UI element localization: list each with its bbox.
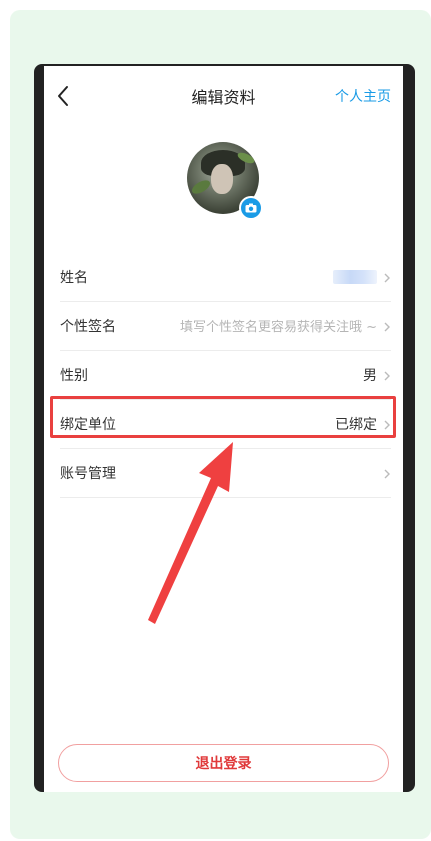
row-gender[interactable]: 性别 男 bbox=[60, 351, 391, 400]
chevron-right-icon bbox=[383, 466, 391, 480]
signature-placeholder: 填写个性签名更容易获得关注哦 ~ bbox=[179, 320, 377, 335]
name-value-redacted bbox=[333, 270, 377, 284]
profile-home-link[interactable]: 个人主页 bbox=[335, 86, 391, 106]
gender-value: 男 bbox=[363, 368, 377, 384]
logout-button[interactable]: 退出登录 bbox=[58, 744, 389, 782]
chevron-right-icon bbox=[383, 368, 391, 382]
avatar[interactable] bbox=[187, 142, 263, 220]
header: 编辑资料 个人主页 bbox=[44, 66, 403, 126]
row-signature[interactable]: 个性签名 填写个性签名更容易获得关注哦 ~ bbox=[60, 302, 391, 351]
chevron-right-icon bbox=[383, 270, 391, 284]
row-label: 账号管理 bbox=[60, 466, 116, 482]
camera-icon[interactable] bbox=[239, 196, 263, 220]
row-name[interactable]: 姓名 bbox=[60, 253, 391, 302]
chevron-right-icon bbox=[383, 319, 391, 333]
highlight-box bbox=[50, 396, 396, 438]
row-label: 姓名 bbox=[60, 270, 88, 286]
profile-settings-list: 姓名 个性签名 填写个性签名更容易获得关注哦 ~ 性别 男 绑定单位 已绑定 账… bbox=[60, 253, 391, 498]
row-account-management[interactable]: 账号管理 bbox=[60, 449, 391, 498]
row-label: 性别 bbox=[60, 368, 88, 384]
row-label: 个性签名 bbox=[60, 319, 116, 335]
